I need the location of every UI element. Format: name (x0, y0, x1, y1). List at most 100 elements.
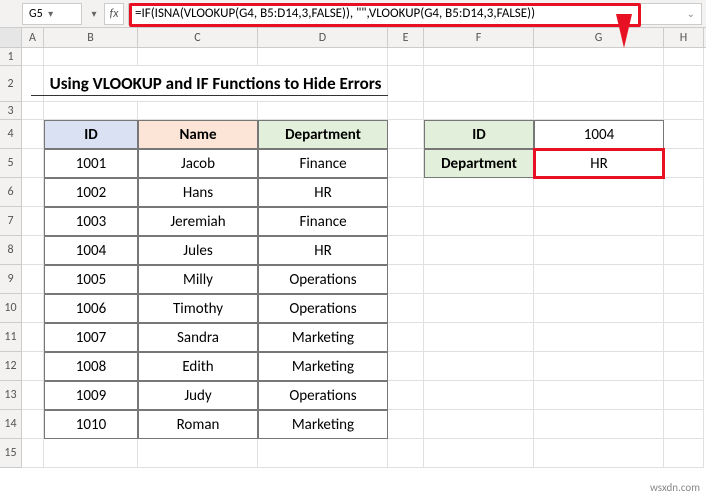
cell[interactable] (534, 381, 664, 410)
cell[interactable] (424, 439, 534, 468)
table-cell[interactable]: 1010 (44, 410, 138, 439)
col-head-d[interactable]: D (258, 28, 388, 47)
cell[interactable] (424, 410, 534, 439)
cell[interactable] (664, 236, 704, 265)
cell[interactable] (388, 66, 424, 102)
cell[interactable] (22, 236, 44, 265)
col-head-g[interactable]: G (534, 28, 664, 47)
cell[interactable] (22, 352, 44, 381)
cell[interactable] (388, 410, 424, 439)
row-head[interactable]: 7 (0, 207, 22, 236)
row-head[interactable]: 15 (0, 439, 22, 468)
cell[interactable] (424, 381, 534, 410)
cell[interactable] (44, 102, 138, 120)
row-head[interactable]: 5 (0, 149, 22, 178)
row-head[interactable]: 6 (0, 178, 22, 207)
cell[interactable] (22, 265, 44, 294)
table-cell[interactable]: 1006 (44, 294, 138, 323)
cell[interactable] (664, 352, 704, 381)
cell[interactable] (534, 207, 664, 236)
table-cell[interactable]: 1007 (44, 323, 138, 352)
cell[interactable] (138, 439, 258, 468)
col-head-a[interactable]: A (22, 28, 44, 47)
cell[interactable] (388, 48, 424, 66)
table-cell[interactable]: Hans (138, 178, 258, 207)
cell[interactable] (664, 381, 704, 410)
table-cell[interactable]: HR (258, 236, 388, 265)
cell[interactable] (424, 265, 534, 294)
cell[interactable] (664, 323, 704, 352)
cell[interactable] (258, 102, 388, 120)
cell[interactable] (22, 120, 44, 149)
cell[interactable] (388, 294, 424, 323)
cell[interactable] (388, 149, 424, 178)
cell[interactable] (424, 207, 534, 236)
cell[interactable] (534, 48, 664, 66)
cell[interactable] (388, 439, 424, 468)
row-head[interactable]: 4 (0, 120, 22, 149)
lookup-dept-label[interactable]: Department (424, 149, 534, 178)
cell[interactable] (388, 207, 424, 236)
cell[interactable] (664, 66, 704, 102)
cell[interactable] (664, 48, 704, 66)
row-head[interactable]: 11 (0, 323, 22, 352)
cell[interactable] (22, 178, 44, 207)
table-cell[interactable]: 1003 (44, 207, 138, 236)
cell[interactable] (534, 439, 664, 468)
row-head[interactable]: 2 (0, 66, 22, 102)
table-cell[interactable]: Jules (138, 236, 258, 265)
table-cell[interactable]: 1005 (44, 265, 138, 294)
cell[interactable] (534, 102, 664, 120)
row-head[interactable]: 14 (0, 410, 22, 439)
cell[interactable] (424, 102, 534, 120)
cell[interactable] (424, 66, 534, 102)
row-head[interactable]: 10 (0, 294, 22, 323)
table-header-id[interactable]: ID (44, 120, 138, 149)
cell[interactable] (664, 178, 704, 207)
cell[interactable] (388, 265, 424, 294)
cell[interactable] (22, 410, 44, 439)
row-head[interactable]: 3 (0, 102, 22, 120)
cell[interactable] (424, 294, 534, 323)
cell[interactable] (388, 236, 424, 265)
col-head-e[interactable]: E (388, 28, 424, 47)
table-cell[interactable]: 1004 (44, 236, 138, 265)
cell[interactable] (664, 120, 704, 149)
cell[interactable] (424, 178, 534, 207)
cell[interactable] (22, 149, 44, 178)
col-head-c[interactable]: C (138, 28, 258, 47)
lookup-id-label[interactable]: ID (424, 120, 534, 149)
table-cell[interactable]: 1001 (44, 149, 138, 178)
cell[interactable] (44, 439, 138, 468)
row-head[interactable]: 12 (0, 352, 22, 381)
cell[interactable] (22, 381, 44, 410)
cell[interactable] (424, 236, 534, 265)
table-cell[interactable]: Timothy (138, 294, 258, 323)
cell[interactable] (138, 48, 258, 66)
table-cell[interactable]: 1008 (44, 352, 138, 381)
cell[interactable] (534, 66, 664, 102)
cell[interactable] (22, 294, 44, 323)
cell[interactable] (534, 410, 664, 439)
cell[interactable] (664, 294, 704, 323)
table-cell[interactable]: Milly (138, 265, 258, 294)
cell[interactable] (388, 352, 424, 381)
col-head-b[interactable]: B (44, 28, 138, 47)
cell[interactable] (22, 66, 44, 102)
cell[interactable] (388, 178, 424, 207)
table-cell[interactable]: Judy (138, 381, 258, 410)
row-head[interactable]: 13 (0, 381, 22, 410)
cell[interactable] (388, 120, 424, 149)
cell[interactable] (22, 207, 44, 236)
table-cell[interactable]: 1009 (44, 381, 138, 410)
col-head-h[interactable]: H (664, 28, 704, 47)
row-head[interactable]: 8 (0, 236, 22, 265)
select-all-corner[interactable] (0, 28, 22, 47)
cell[interactable] (258, 48, 388, 66)
table-cell[interactable]: Marketing (258, 323, 388, 352)
cell[interactable] (138, 102, 258, 120)
name-box[interactable]: G5▾ (22, 3, 82, 25)
cell[interactable] (388, 381, 424, 410)
cell[interactable] (534, 323, 664, 352)
table-cell[interactable]: Marketing (258, 352, 388, 381)
